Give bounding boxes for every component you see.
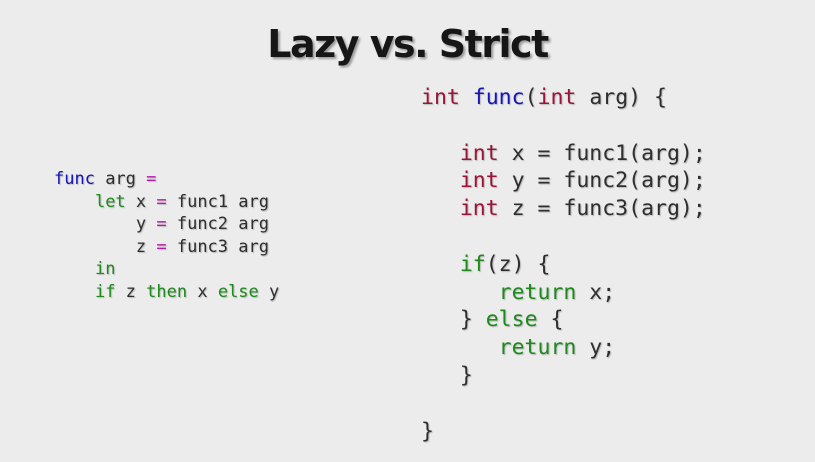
code-line: y = func2 arg — [54, 213, 279, 236]
code-token: int — [459, 140, 499, 166]
code-token: in — [94, 259, 116, 280]
slide-title: Lazy vs. Strict — [267, 22, 549, 66]
code-token: int — [421, 85, 460, 110]
code-token: { — [537, 307, 564, 333]
code-line: z = func3 arg — [54, 236, 279, 259]
code-line: in — [54, 258, 279, 281]
code-token: y; — [576, 335, 616, 361]
code-token: then — [146, 281, 188, 302]
code-token: func1 arg — [166, 191, 269, 212]
code-line: int y = func2(arg); — [421, 167, 706, 195]
code-token: func — [472, 85, 525, 110]
code-token: else — [217, 281, 259, 302]
c-code-block: int func(int arg) { int x = func1(arg); … — [421, 84, 706, 445]
code-line: if(z) { — [421, 251, 706, 279]
code-token: = — [146, 169, 157, 189]
code-token: func — [54, 169, 95, 189]
code-token: x; — [576, 279, 616, 305]
code-token: func3 arg — [166, 236, 269, 257]
code-line: return y; — [421, 334, 706, 362]
code-token: arg) { — [576, 85, 667, 110]
code-token: arg — [94, 169, 147, 189]
code-token: } — [421, 418, 434, 444]
code-line: int func(int arg) { — [421, 84, 706, 112]
code-token: x — [187, 281, 218, 302]
code-token: z = func3(arg); — [498, 196, 706, 222]
code-line: func arg = — [54, 168, 279, 191]
code-token: (z) { — [485, 251, 551, 277]
code-token: ( — [524, 85, 538, 110]
code-token: z — [115, 281, 147, 302]
code-token: int — [459, 168, 499, 194]
code-token: int — [459, 196, 499, 222]
code-token: z — [54, 236, 157, 257]
code-token: = — [156, 191, 167, 212]
code-token: return — [498, 335, 577, 361]
code-token: x — [125, 191, 157, 212]
haskell-code-block: func arg = let x = func1 arg y = func2 a… — [54, 168, 279, 304]
code-line: let x = func1 arg — [54, 191, 279, 214]
code-token: y = func2(arg); — [498, 168, 706, 194]
code-token: if — [94, 281, 116, 302]
code-token: return — [498, 279, 577, 305]
code-token: else — [485, 307, 538, 333]
code-line: int z = func3(arg); — [421, 195, 706, 223]
code-token: y — [54, 214, 157, 235]
code-token: = — [156, 236, 167, 257]
code-line: int x = func1(arg); — [421, 140, 706, 168]
code-line: } — [421, 362, 706, 390]
code-token: y — [258, 281, 280, 302]
code-token: let — [94, 191, 126, 212]
code-token: func2 arg — [166, 214, 269, 235]
code-line: return x; — [421, 279, 706, 307]
code-token: } — [421, 362, 473, 388]
slide: Lazy vs. Strict func arg = let x = func1… — [0, 0, 815, 462]
code-token: } — [421, 307, 486, 333]
code-token: x = func1(arg); — [498, 140, 706, 166]
code-token: = — [156, 214, 167, 235]
code-token: int — [537, 85, 577, 110]
code-line: if z then x else y — [54, 281, 279, 304]
code-line: } else { — [421, 306, 706, 334]
code-token: if — [459, 251, 486, 277]
code-line: } — [421, 418, 706, 446]
